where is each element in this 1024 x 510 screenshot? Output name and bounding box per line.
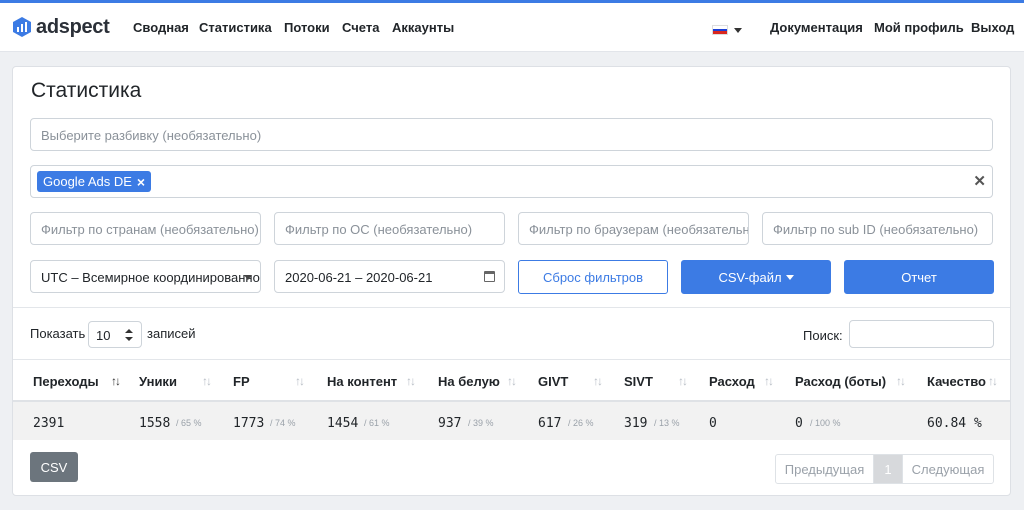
brand-logo[interactable]: adspect	[12, 15, 110, 39]
column-header-givt[interactable]: GIVT	[538, 374, 568, 389]
cell-uniques: 1558	[139, 416, 171, 431]
nav-link-accounts[interactable]: Аккаунты	[392, 20, 454, 35]
date-range-input[interactable]: 2020-06-21 – 2020-06-21	[274, 260, 505, 293]
page-length-value: 10	[96, 328, 111, 343]
cell-white-pct: / 39 %	[468, 418, 494, 428]
russia-flag-icon[interactable]	[712, 25, 728, 35]
adspect-logo-icon	[13, 17, 31, 37]
pagination-page-1[interactable]: 1	[874, 455, 902, 483]
pagination: Предыдущая 1 Следующая	[775, 454, 994, 484]
divider	[13, 359, 1010, 360]
nav-link-invoices[interactable]: Счета	[342, 20, 379, 35]
date-range-value: 2020-06-21 – 2020-06-21	[285, 270, 433, 285]
sort-icon[interactable]: ↑↓	[507, 374, 517, 388]
cell-clicks: 2391	[33, 416, 65, 431]
search-input[interactable]	[849, 320, 994, 348]
cell-givt-pct: / 26 %	[568, 418, 594, 428]
chevron-down-icon[interactable]	[734, 28, 742, 33]
csv-button[interactable]: CSV	[30, 452, 78, 482]
cell-fp-pct: / 74 %	[270, 418, 296, 428]
column-header-uniques[interactable]: Уники	[139, 374, 177, 389]
nav-link-logout[interactable]: Выход	[971, 20, 1014, 35]
cell-content-pct: / 61 %	[364, 418, 390, 428]
cell-sivt-pct: / 13 %	[654, 418, 680, 428]
sort-icon[interactable]: ↑↓	[988, 374, 998, 388]
sort-icon[interactable]: ↑↓	[406, 374, 416, 388]
reset-filters-button[interactable]: Сброс фильтров	[518, 260, 668, 294]
cell-spend-bots: 0	[795, 416, 803, 431]
show-label: Показать	[30, 326, 86, 341]
column-header-quality[interactable]: Качество	[927, 374, 986, 389]
sort-icon[interactable]: ↑↓	[202, 374, 212, 388]
sort-desc-icon[interactable]: ↑↓	[111, 374, 121, 388]
subid-filter-input[interactable]: Фильтр по sub ID (необязательно)	[762, 212, 993, 245]
sort-icon[interactable]: ↑↓	[678, 374, 688, 388]
cell-sivt: 319	[624, 416, 648, 431]
cell-content: 1454	[327, 416, 359, 431]
clear-selection-icon[interactable]: ✕	[973, 174, 986, 189]
nav-link-statistics[interactable]: Статистика	[199, 20, 272, 35]
column-header-content[interactable]: На контент	[327, 374, 397, 389]
sort-icon[interactable]: ↑↓	[593, 374, 603, 388]
nav-link-summary[interactable]: Сводная	[133, 20, 189, 35]
pagination-next[interactable]: Следующая	[902, 455, 993, 483]
cell-spend-bots-pct: / 100 %	[810, 418, 841, 428]
sort-icon[interactable]: ↑↓	[295, 374, 305, 388]
statistics-card: Статистика Выберите разбивку (необязател…	[12, 66, 1011, 496]
cell-quality: 60.84 %	[927, 416, 982, 431]
sort-icon[interactable]: ↑↓	[764, 374, 774, 388]
search-label: Поиск:	[803, 328, 843, 343]
caret-down-icon	[785, 275, 794, 280]
column-header-spend-bots[interactable]: Расход (боты)	[795, 374, 886, 389]
divider	[13, 307, 1010, 308]
os-filter-input[interactable]: Фильтр по ОС (необязательно)	[274, 212, 505, 245]
calendar-icon[interactable]	[484, 271, 495, 282]
records-label: записей	[147, 326, 196, 341]
sort-icon[interactable]: ↑↓	[896, 374, 906, 388]
stream-multiselect[interactable]: Google Ads DE × ✕	[30, 165, 993, 198]
column-header-fp[interactable]: FP	[233, 374, 250, 389]
browser-filter-input[interactable]: Фильтр по браузерам (необязательно)	[518, 212, 749, 245]
remove-tag-icon[interactable]: ×	[137, 175, 145, 189]
stream-tag-label: Google Ads DE	[43, 174, 132, 189]
timezone-select[interactable]: UTC – Всемирное координированное время	[30, 260, 261, 293]
brand-name: adspect	[36, 15, 110, 38]
csv-file-label: CSV-файл	[718, 269, 782, 285]
column-header-white[interactable]: На белую	[438, 374, 500, 389]
chevron-down-icon	[244, 275, 252, 280]
navbar: adspect Сводная Статистика Потоки Счета …	[0, 3, 1024, 52]
column-header-spend[interactable]: Расход	[709, 374, 755, 389]
cell-spend: 0	[709, 416, 717, 431]
nav-link-streams[interactable]: Потоки	[284, 20, 330, 35]
page-title: Статистика	[31, 79, 142, 102]
page-length-select[interactable]: 10	[88, 321, 142, 348]
updown-arrows-icon	[125, 329, 133, 341]
csv-file-dropdown-button[interactable]: CSV-файл	[681, 260, 831, 294]
nav-link-documentation[interactable]: Документация	[770, 20, 863, 35]
column-header-sivt[interactable]: SIVT	[624, 374, 653, 389]
stream-tag: Google Ads DE ×	[37, 171, 152, 192]
timezone-value: UTC – Всемирное координированное время	[41, 270, 261, 285]
breakdown-select[interactable]: Выберите разбивку (необязательно)	[30, 118, 993, 151]
cell-uniques-pct: / 65 %	[176, 418, 202, 428]
cell-fp: 1773	[233, 416, 265, 431]
cell-givt: 617	[538, 416, 562, 431]
column-header-clicks[interactable]: Переходы	[33, 374, 99, 389]
report-button[interactable]: Отчет	[844, 260, 994, 294]
pagination-prev[interactable]: Предыдущая	[776, 455, 874, 483]
cell-white: 937	[438, 416, 462, 431]
country-filter-input[interactable]: Фильтр по странам (необязательно)	[30, 212, 261, 245]
nav-link-profile[interactable]: Мой профиль	[874, 20, 964, 35]
